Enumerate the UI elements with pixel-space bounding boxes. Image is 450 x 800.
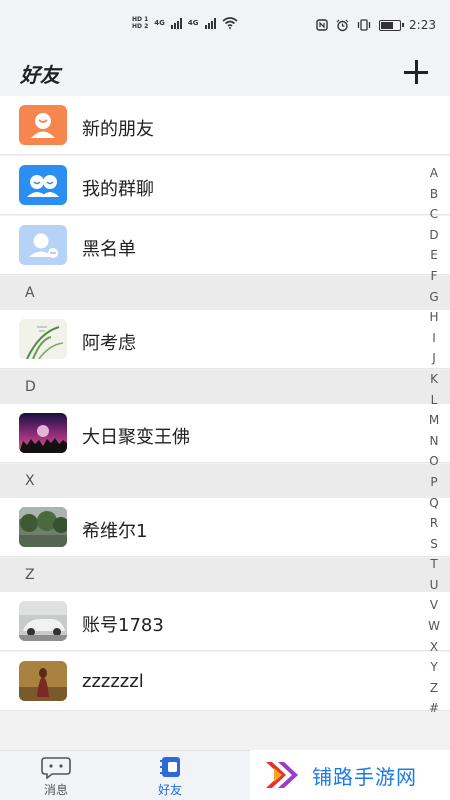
battery-icon <box>379 19 405 31</box>
signal-2-icon <box>204 17 216 29</box>
page-title: 好友 <box>20 63 60 87</box>
contacts-book-icon <box>160 757 180 777</box>
section-letter: D <box>25 379 36 395</box>
add-friend-button[interactable] <box>402 58 430 86</box>
section-header-x: X <box>0 464 450 498</box>
index-letter[interactable]: F <box>431 266 438 287</box>
contact-avatar <box>19 413 67 453</box>
index-letter[interactable]: D <box>429 225 438 246</box>
index-letter[interactable]: Q <box>429 493 438 514</box>
index-letter[interactable]: W <box>428 616 440 637</box>
my-groups-item[interactable]: 我的群聊 <box>0 156 450 215</box>
index-letter[interactable]: Y <box>430 657 437 678</box>
index-letter[interactable]: B <box>430 184 438 205</box>
index-letter[interactable]: C <box>430 204 438 225</box>
index-letter[interactable]: E <box>430 245 438 266</box>
new-friends-label: 新的朋友 <box>82 119 154 140</box>
section-header-d: D <box>0 370 450 404</box>
brand-text: 铺路手游网 <box>312 764 417 789</box>
index-letter[interactable]: J <box>432 348 436 369</box>
contact-item[interactable]: 阿考虑 <box>0 310 450 369</box>
index-letter[interactable]: G <box>429 287 438 308</box>
contact-avatar <box>19 507 67 547</box>
watermark-brand: 铺路手游网 <box>250 750 450 800</box>
signal-indicators: HD 1 HD 2 4G 4G <box>132 16 238 30</box>
status-bar: HD 1 HD 2 4G 4G 2:23 <box>0 0 450 50</box>
index-letter[interactable]: L <box>431 390 438 411</box>
new-friends-item[interactable]: 新的朋友 <box>0 96 450 155</box>
signal-1-icon <box>170 17 182 29</box>
my-groups-label: 我的群聊 <box>82 179 154 200</box>
contact-name: zzzzzzl <box>82 671 144 692</box>
index-letter[interactable]: # <box>429 698 439 719</box>
contact-name: 阿考虑 <box>82 333 136 354</box>
contact-item[interactable]: 大日聚变王佛 <box>0 404 450 463</box>
hd2-label: HD 2 <box>132 23 149 30</box>
wifi-icon <box>221 17 238 29</box>
contact-name: 希维尔1 <box>82 521 148 542</box>
index-letter[interactable]: Z <box>430 678 438 699</box>
alarm-icon <box>336 19 349 31</box>
vibrate-icon <box>357 19 371 31</box>
section-header-a: A <box>0 276 450 310</box>
index-letter[interactable]: S <box>430 534 438 555</box>
contact-avatar <box>19 601 67 641</box>
contact-name: 大日聚变王佛 <box>82 427 190 448</box>
blacklist-item[interactable]: 黑名单 <box>0 216 450 275</box>
network-type-1: 4G <box>154 19 165 27</box>
index-letter[interactable]: M <box>429 410 439 431</box>
index-letter[interactable]: K <box>430 369 438 390</box>
section-letter: X <box>25 473 35 489</box>
index-letter[interactable]: H <box>429 307 438 328</box>
hd-indicator: HD 1 HD 2 <box>132 16 148 30</box>
alphabet-index[interactable]: A B C D E F G H I J K L M N O P Q R S T U V W X Y Z # <box>426 163 442 719</box>
index-letter[interactable]: V <box>430 595 438 616</box>
network-type-2: 4G <box>187 19 199 27</box>
index-letter[interactable]: O <box>429 451 438 472</box>
index-letter[interactable]: P <box>430 472 437 493</box>
index-letter[interactable]: T <box>430 554 437 575</box>
index-letter[interactable]: N <box>430 431 439 452</box>
section-letter: Z <box>25 567 35 583</box>
friends-list: 新的朋友 我的群聊 黑名单 A 阿考虑 D 大日聚变王佛 X 希维尔1 Z 账号… <box>0 96 450 750</box>
chat-bubble-icon <box>41 757 71 779</box>
clock: 2:23 <box>409 18 436 32</box>
index-letter[interactable]: A <box>430 163 438 184</box>
my-groups-icon <box>19 165 67 205</box>
hd1-label: HD 1 <box>132 16 149 23</box>
contact-name: 账号1783 <box>82 615 164 636</box>
tab-messages[interactable]: 消息 <box>26 755 86 798</box>
tab-friends-label: 好友 <box>157 783 182 797</box>
section-letter: A <box>25 285 35 301</box>
contact-item[interactable]: 希维尔1 <box>0 498 450 557</box>
blacklist-label: 黑名单 <box>82 239 136 260</box>
app-header: 好友 <box>0 50 450 96</box>
blacklist-icon <box>19 225 67 265</box>
brand-logo-icon <box>266 762 298 788</box>
index-letter[interactable]: I <box>432 328 436 349</box>
index-letter[interactable]: U <box>430 575 439 596</box>
contact-avatar <box>19 661 67 701</box>
index-letter[interactable]: X <box>430 637 438 658</box>
contact-item[interactable]: 账号1783 <box>0 592 450 651</box>
system-indicators: 2:23 <box>316 18 436 32</box>
nfc-icon <box>316 19 328 31</box>
index-letter[interactable]: R <box>430 513 438 534</box>
tab-messages-label: 消息 <box>43 783 68 797</box>
contact-item[interactable]: zzzzzzl <box>0 652 450 711</box>
contact-avatar <box>19 319 67 359</box>
tab-friends[interactable]: 好友 <box>140 755 200 798</box>
new-friends-icon <box>19 105 67 145</box>
section-header-z: Z <box>0 558 450 592</box>
